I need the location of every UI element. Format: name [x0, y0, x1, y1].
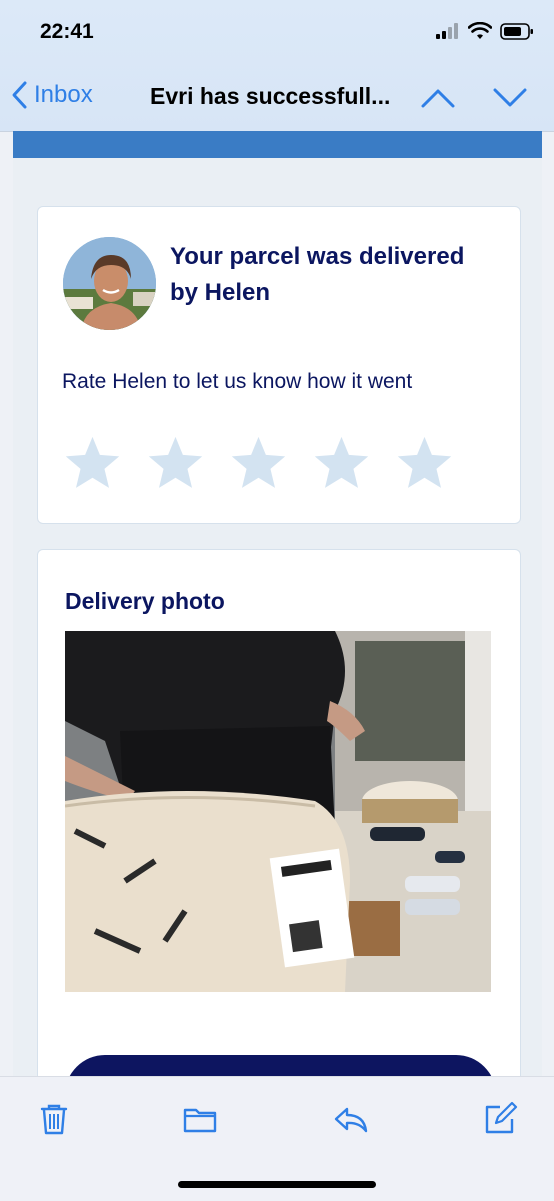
- delivered-by-headline: Your parcel was delivered by Helen: [170, 243, 465, 306]
- status-icons: [436, 22, 534, 40]
- back-label: Inbox: [34, 81, 93, 108]
- delivery-photo-card: Delivery photo: [37, 549, 521, 1076]
- delivery-photo-title: Delivery photo: [65, 588, 225, 614]
- cellular-signal-icon: [436, 23, 458, 39]
- previous-message-chevron-up-icon[interactable]: [420, 82, 456, 112]
- trash-icon[interactable]: [36, 1101, 72, 1137]
- cta-button[interactable]: [65, 1055, 496, 1076]
- star-5-icon[interactable]: [394, 433, 455, 494]
- chevron-left-icon: [12, 81, 27, 109]
- courier-avatar: [63, 237, 156, 330]
- status-time: 22:41: [40, 20, 94, 43]
- battery-icon: [500, 22, 533, 40]
- compose-icon[interactable]: [482, 1101, 518, 1137]
- star-3-icon[interactable]: [228, 433, 289, 494]
- reply-icon[interactable]: [333, 1101, 369, 1137]
- email-subject-title: Evri has successfull...: [150, 83, 391, 109]
- star-4-icon[interactable]: [311, 433, 372, 494]
- star-rating: [62, 433, 455, 494]
- delivery-photo[interactable]: [65, 631, 491, 992]
- folder-icon[interactable]: [182, 1101, 218, 1137]
- wifi-icon: [468, 22, 492, 39]
- delivery-card: Your parcel was delivered by Helen Rate …: [37, 206, 521, 524]
- next-message-chevron-down-icon[interactable]: [492, 82, 528, 112]
- star-2-icon[interactable]: [145, 433, 206, 494]
- email-header-bar: [13, 131, 542, 158]
- back-to-inbox-button[interactable]: Inbox: [10, 80, 93, 110]
- rate-prompt: Rate Helen to let us know how it went: [62, 370, 413, 393]
- top-bar: 22:41 Inbox Evri has successfull...: [0, 0, 554, 132]
- home-indicator: [178, 1181, 376, 1188]
- star-1-icon[interactable]: [62, 433, 123, 494]
- email-body[interactable]: Your parcel was delivered by Helen Rate …: [13, 131, 542, 1076]
